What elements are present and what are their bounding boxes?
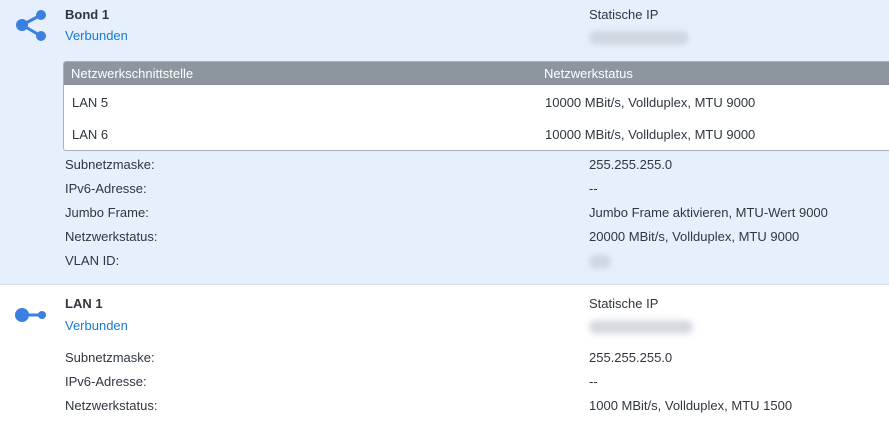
bond-1-section[interactable]: Bond 1 Verbunden Statische IP Netzwerksc… [0,0,889,285]
share-icon [14,8,48,45]
network-status-value: 1000 MBit/s, Vollduplex, MTU 1500 [589,398,793,413]
network-port-icon [14,305,48,328]
table-row[interactable]: LAN 6 10000 MBit/s, Vollduplex, MTU 9000 [64,117,889,149]
network-status-label: Netzwerkstatus: [65,229,158,244]
jumbo-frame-label: Jumbo Frame: [65,205,149,220]
ipv6-address-value: -- [589,181,598,196]
subnet-mask-label: Subnetzmaske: [65,350,155,365]
bond-status: Verbunden [65,28,128,43]
table-row[interactable]: LAN 5 10000 MBit/s, Vollduplex, MTU 9000 [64,85,889,117]
jumbo-frame-value: Jumbo Frame aktivieren, MTU-Wert 9000 [589,205,828,220]
interface-status: 10000 MBit/s, Vollduplex, MTU 9000 [545,127,756,142]
bond-name: Bond 1 [65,7,110,22]
interface-table: Netzwerkschnittstelle Netzwerkstatus LAN… [63,61,889,151]
interface-name: LAN 5 [72,95,109,110]
column-header-interface[interactable]: Netzwerkschnittstelle [71,66,193,81]
network-status-label: Netzwerkstatus: [65,398,158,413]
vlan-id-redacted [589,255,611,269]
subnet-mask-label: Subnetzmaske: [65,157,155,172]
network-status-value: 20000 MBit/s, Vollduplex, MTU 9000 [589,229,800,244]
ipv6-address-label: IPv6-Adresse: [65,374,147,389]
lan-1-ip-type: Statische IP [589,296,659,311]
lan-1-name: LAN 1 [65,296,103,311]
ipv6-address-label: IPv6-Adresse: [65,181,147,196]
vlan-id-label: VLAN ID: [65,253,120,268]
lan-1-status: Verbunden [65,318,128,333]
column-header-status[interactable]: Netzwerkstatus [544,66,633,81]
ipv6-address-value: -- [589,374,598,389]
lan-1-section[interactable]: LAN 1 Verbunden Statische IP Subnetzmask… [0,285,889,428]
interface-status: 10000 MBit/s, Vollduplex, MTU 9000 [545,95,756,110]
ip-address-redacted [589,31,689,45]
table-header: Netzwerkschnittstelle Netzwerkstatus [64,62,889,85]
bond-ip-type: Statische IP [589,7,659,22]
subnet-mask-value: 255.255.255.0 [589,350,673,365]
ip-address-redacted [589,320,693,334]
interface-name: LAN 6 [72,127,109,142]
subnet-mask-value: 255.255.255.0 [589,157,673,172]
